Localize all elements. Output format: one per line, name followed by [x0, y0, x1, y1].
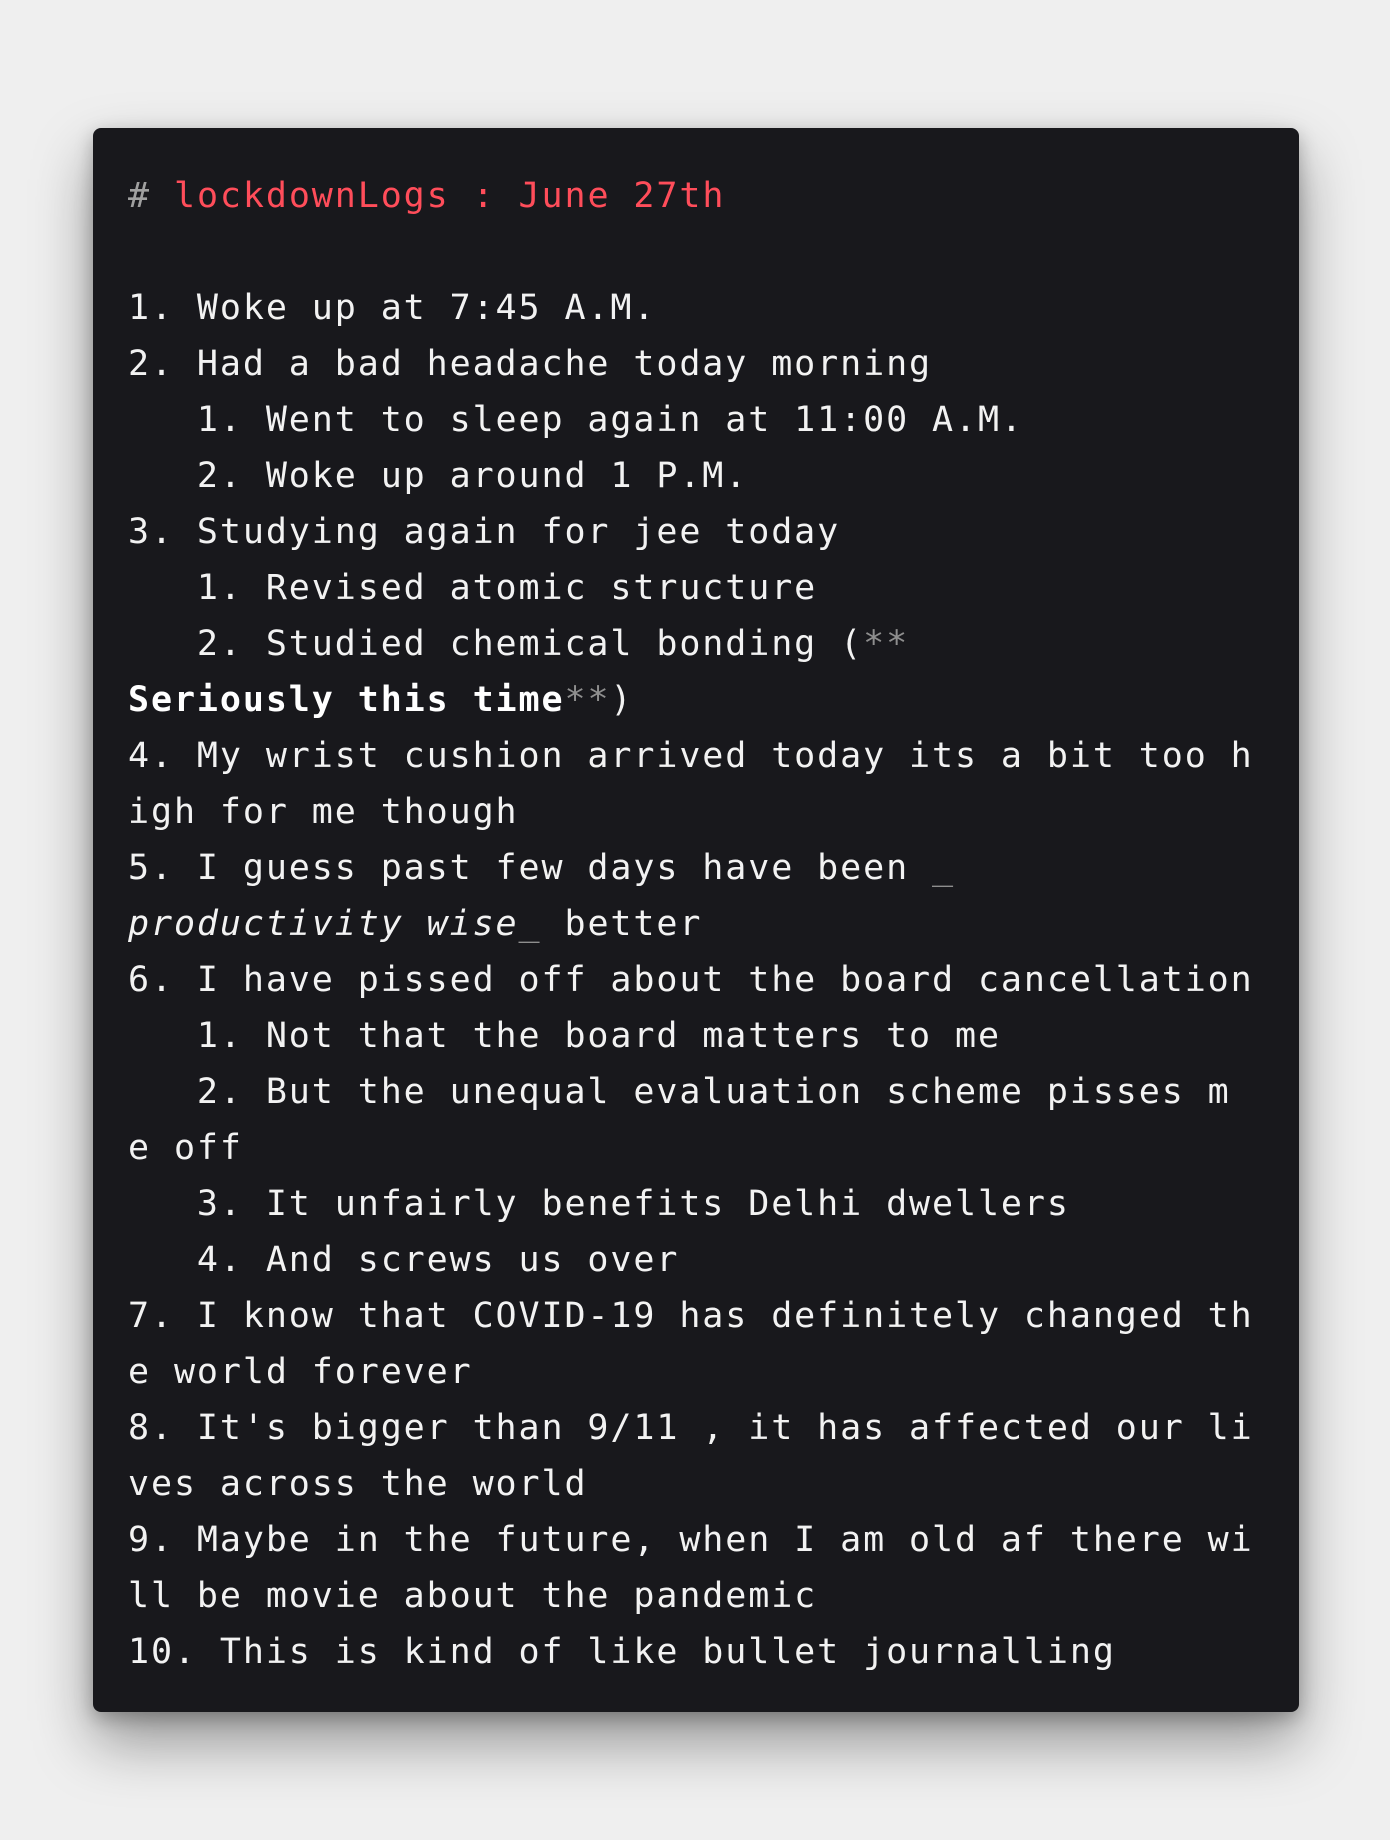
bold-close-marker: ** [564, 680, 611, 720]
list-item-text: 2. Studied chemical bonding ( [128, 624, 864, 664]
wrapped-line: e world forever [128, 1352, 473, 1392]
sub-list-item: 1. Not that the board matters to me [128, 1016, 1001, 1056]
list-item: 9. Maybe in the future, when I am old af… [128, 1520, 1254, 1560]
sub-list-item: 1. Revised atomic structure [128, 568, 818, 608]
list-item-text: better [541, 904, 703, 944]
list-item: 2. Had a bad headache today morning [128, 344, 933, 384]
sub-list-item: 2. But the unequal evaluation scheme pis… [128, 1072, 1231, 1112]
italic-close-marker: _ [518, 904, 542, 944]
bold-text: Seriously this time [128, 680, 565, 720]
wrapped-line: Seriously this time**) [128, 672, 1299, 728]
wrapped-line: e off [128, 1128, 243, 1168]
list-item: 10. This is kind of like bullet journall… [128, 1632, 1116, 1672]
wrapped-line: productivity wise_ better [128, 896, 1299, 952]
sub-list-item: 4. And screws us over [128, 1240, 680, 1280]
list-item-text: ) [610, 680, 634, 720]
italic-text: productivity wise [128, 904, 519, 944]
list-item: 3. Studying again for jee today [128, 512, 841, 552]
sub-list-item: 1. Went to sleep again at 11:00 A.M. [128, 400, 1024, 440]
list-item-text: 5. I guess past few days have been [128, 848, 933, 888]
list-item: 8. It's bigger than 9/11 , it has affect… [128, 1408, 1254, 1448]
sub-list-item: 2. Woke up around 1 P.M. [128, 456, 749, 496]
wrapped-line: igh for me though [128, 792, 519, 832]
heading-title: lockdownLogs : June 27th [173, 176, 726, 216]
sub-list-item: 3. It unfairly benefits Delhi dwellers [128, 1184, 1070, 1224]
list-item: 5. I guess past few days have been _ [128, 840, 1299, 896]
list-item: 6. I have pissed off about the board can… [128, 960, 1254, 1000]
note-card: # lockdownLogs : June 27th 1. Woke up at… [93, 128, 1299, 1712]
heading-line: # lockdownLogs : June 27th [128, 168, 1299, 224]
wrapped-line: ves across the world [128, 1464, 588, 1504]
list-item: 4. My wrist cushion arrived today its a … [128, 736, 1254, 776]
italic-open-marker: _ [932, 848, 955, 888]
list-item: 1. Woke up at 7:45 A.M. [128, 288, 657, 328]
wrapped-line: ll be movie about the pandemic [128, 1576, 818, 1616]
heading-hash-marker: # [128, 176, 151, 216]
sub-list-item: 2. Studied chemical bonding (** [128, 616, 1299, 672]
list-item: 7. I know that COVID-19 has definitely c… [128, 1296, 1254, 1336]
bold-open-marker: ** [863, 624, 910, 664]
